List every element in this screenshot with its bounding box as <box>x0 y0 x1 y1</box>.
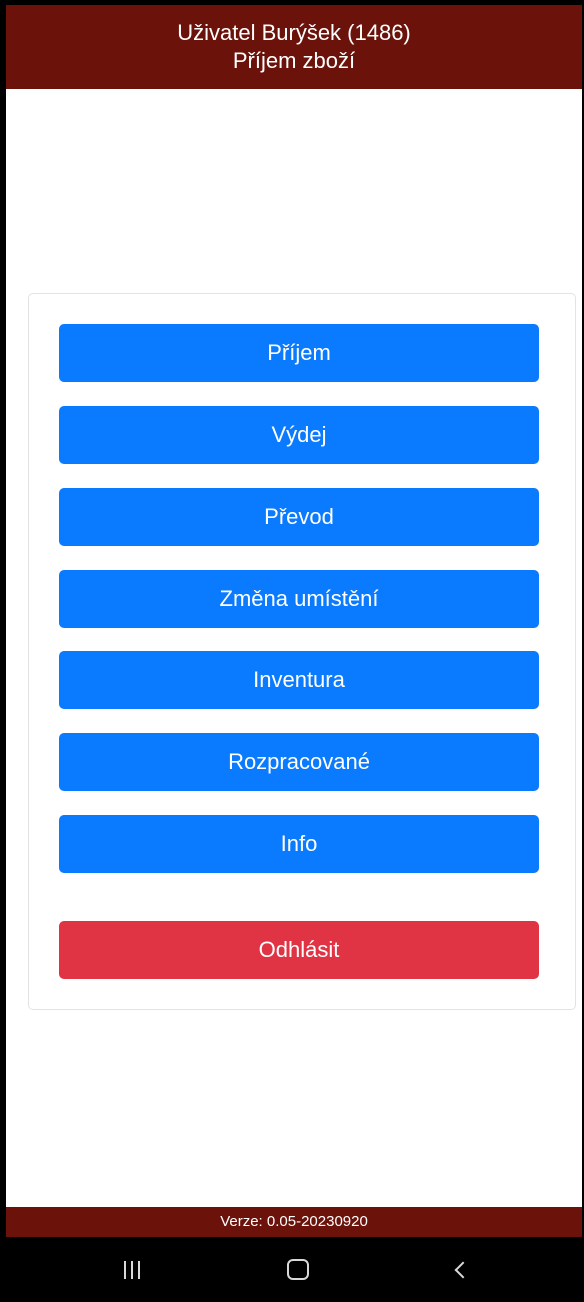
recent-apps-button[interactable] <box>92 1237 172 1302</box>
user-label: Uživatel Burýšek (1486) <box>177 20 411 45</box>
back-icon <box>454 1261 472 1278</box>
zmena-umisteni-button[interactable]: Změna umístění <box>59 570 539 628</box>
info-button[interactable]: Info <box>59 815 539 873</box>
version-footer: Verze: 0.05-20230920 <box>6 1207 582 1237</box>
rozpracovane-button[interactable]: Rozpracované <box>59 733 539 791</box>
home-button[interactable] <box>258 1237 338 1302</box>
menu-card: Příjem Výdej Převod Změna umístění Inven… <box>28 293 576 1010</box>
inventura-button[interactable]: Inventura <box>59 651 539 709</box>
back-button[interactable] <box>420 1237 500 1302</box>
vydej-button[interactable]: Výdej <box>59 406 539 464</box>
recent-apps-icon <box>124 1260 140 1279</box>
system-navbar <box>0 1237 584 1302</box>
prijem-button[interactable]: Příjem <box>59 324 539 382</box>
page-title: Příjem zboží <box>232 48 356 73</box>
home-icon <box>287 1259 309 1280</box>
prevod-button[interactable]: Převod <box>59 488 539 546</box>
logout-button[interactable]: Odhlásit <box>59 921 539 979</box>
app-header: Uživatel Burýšek (1486) Příjem zboží <box>6 5 582 89</box>
app-screen: Uživatel Burýšek (1486) Příjem zboží Pří… <box>0 0 584 1302</box>
version-label: Verze: 0.05-20230920 <box>220 1213 368 1230</box>
